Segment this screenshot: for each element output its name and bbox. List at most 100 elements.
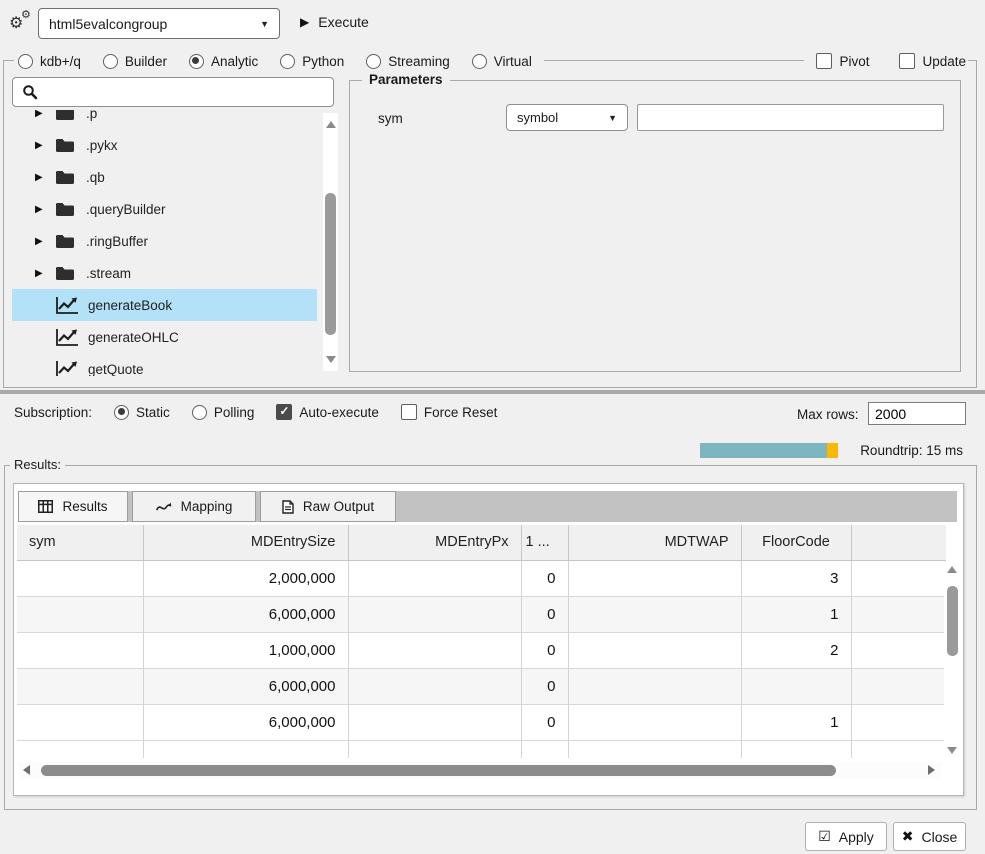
tree-scrollbar[interactable]	[323, 113, 338, 371]
expand-caret-icon[interactable]: ▶	[35, 268, 55, 279]
mode-radio-kdbq[interactable]: kdb+/q	[18, 54, 81, 69]
table-icon	[38, 500, 53, 513]
cell-mdentrysize: 6,000,000	[143, 704, 348, 740]
folder-icon	[55, 234, 75, 249]
auto-execute-checkbox[interactable]: Auto-execute	[276, 404, 379, 420]
splitter-handle[interactable]	[0, 390, 985, 394]
cell-floorcode: 2	[741, 632, 851, 668]
tree-item-folder-querybuilder[interactable]: ▶ .queryBuilder	[12, 193, 317, 225]
column-header-floorcode[interactable]: FloorCode	[741, 525, 851, 560]
column-header-mdentrysize[interactable]: MDEntrySize	[143, 525, 348, 560]
apply-button[interactable]: ☑ Apply	[805, 822, 887, 851]
scroll-down-icon[interactable]	[326, 356, 336, 363]
table-horizontal-scrollbar[interactable]	[19, 762, 941, 779]
mode-radio-builder[interactable]: Builder	[103, 54, 167, 69]
mode-checkbox-group: Pivot Update	[804, 53, 968, 69]
subscription-radio-static[interactable]: Static	[114, 405, 170, 420]
expand-caret-icon[interactable]: ▶	[35, 204, 55, 215]
expand-caret-icon[interactable]: ▶	[35, 110, 55, 119]
folder-icon	[55, 170, 75, 185]
tab-raw-output[interactable]: Raw Output	[260, 491, 396, 522]
force-reset-checkbox[interactable]: Force Reset	[401, 404, 498, 420]
column-header-mdentrypx[interactable]: MDEntryPx	[348, 525, 521, 560]
scroll-right-icon[interactable]	[928, 765, 935, 775]
cell-truncated: 0	[521, 632, 568, 668]
param-type-select[interactable]: symbol ▼	[506, 104, 628, 131]
expand-caret-icon[interactable]: ▶	[35, 236, 55, 247]
subscription-radio-polling[interactable]: Polling	[192, 405, 255, 420]
table-row[interactable]: 6,000,000 0 1	[17, 704, 946, 740]
tree-item-label: .pykx	[86, 138, 118, 153]
tree-item-generatebook[interactable]: generateBook	[12, 289, 317, 321]
cell-sym	[17, 560, 143, 596]
table-vscroll-thumb[interactable]	[947, 586, 958, 656]
results-panel: Results Mapping Raw Output	[13, 483, 964, 796]
table-vertical-scrollbar[interactable]	[944, 562, 960, 758]
table-row[interactable]: 6,000,000 0 1	[17, 596, 946, 632]
cell-sym	[17, 704, 143, 740]
force-reset-label: Force Reset	[424, 405, 498, 420]
param-value-input[interactable]	[637, 104, 944, 131]
cell-mdentrypx	[348, 668, 521, 704]
cell-mdtwap	[568, 632, 741, 668]
column-header-truncated[interactable]: 1 ...	[521, 525, 568, 560]
max-rows-label: Max rows:	[797, 407, 859, 422]
tree-item-getquote[interactable]: getQuote	[12, 353, 317, 376]
tree-item-label: generateBook	[88, 298, 172, 313]
tree-item-folder-qb[interactable]: ▶ .qb	[12, 161, 317, 193]
table-row[interactable]: 1,000,000 0 2	[17, 632, 946, 668]
pivot-checkbox[interactable]: Pivot	[816, 53, 869, 69]
settings-gears-icon[interactable]: ⚙ ⚙	[9, 11, 35, 35]
table-header-row: sym MDEntrySize MDEntryPx 1 ... MDTWAP F…	[17, 525, 946, 560]
apply-label: Apply	[839, 829, 874, 845]
max-rows-input[interactable]	[868, 402, 966, 425]
function-search-input[interactable]	[12, 77, 334, 107]
tree-item-label: .stream	[86, 266, 131, 281]
tab-results[interactable]: Results	[18, 491, 128, 522]
scroll-down-icon[interactable]	[947, 747, 957, 754]
mode-radio-analytic[interactable]: Analytic	[189, 54, 258, 69]
scroll-up-icon[interactable]	[326, 121, 336, 128]
connection-group-select[interactable]: html5evalcongroup ▼	[38, 8, 280, 39]
radio-checked-icon	[189, 54, 204, 69]
tree-item-folder-p[interactable]: ▶ .p	[12, 110, 317, 129]
tree-item-folder-stream[interactable]: ▶ .stream	[12, 257, 317, 289]
scroll-left-icon[interactable]	[23, 765, 30, 775]
cell-floorcode	[741, 668, 851, 704]
cell-floorcode: 1	[741, 596, 851, 632]
table-hscroll-thumb[interactable]	[41, 765, 836, 776]
connection-group-value: html5evalcongroup	[49, 16, 167, 32]
table-row[interactable]: 2,000,000 0 3	[17, 560, 946, 596]
cell-mdentrypx	[348, 632, 521, 668]
close-button[interactable]: ✖ Close	[893, 822, 966, 851]
mode-radio-virtual[interactable]: Virtual	[472, 54, 532, 69]
checkbox-checked-icon	[276, 404, 292, 420]
column-header-mdv[interactable]: MDV	[851, 525, 946, 560]
mode-radio-streaming[interactable]: Streaming	[366, 54, 450, 69]
tree-item-generateohlc[interactable]: generateOHLC	[12, 321, 317, 353]
column-header-sym[interactable]: sym	[17, 525, 143, 560]
scroll-up-icon[interactable]	[947, 566, 957, 573]
expand-caret-icon[interactable]: ▶	[35, 140, 55, 151]
cell-mdtwap	[568, 668, 741, 704]
execute-button[interactable]: ▶ Execute	[300, 14, 369, 30]
expand-caret-icon[interactable]: ▶	[35, 172, 55, 183]
cell-mdentrypx	[348, 704, 521, 740]
tree-scrollbar-thumb[interactable]	[325, 193, 336, 335]
folder-icon	[55, 266, 75, 281]
column-header-mdtwap[interactable]: MDTWAP	[568, 525, 741, 560]
cell-floorcode: 1	[741, 704, 851, 740]
mode-label-streaming: Streaming	[388, 54, 450, 69]
tab-mapping[interactable]: Mapping	[132, 491, 256, 522]
table-row-partial[interactable]	[17, 740, 946, 758]
update-label: Update	[922, 54, 966, 69]
mode-radio-python[interactable]: Python	[280, 54, 344, 69]
tree-item-folder-pykx[interactable]: ▶ .pykx	[12, 129, 317, 161]
table-row[interactable]: 6,000,000 0	[17, 668, 946, 704]
cell-mdv	[851, 668, 946, 704]
checkbox-icon	[401, 404, 417, 420]
checkbox-icon	[816, 53, 832, 69]
mode-radio-group: kdb+/q Builder Analytic Python Streaming…	[14, 54, 544, 69]
tree-item-folder-ringbuffer[interactable]: ▶ .ringBuffer	[12, 225, 317, 257]
update-checkbox[interactable]: Update	[899, 53, 966, 69]
